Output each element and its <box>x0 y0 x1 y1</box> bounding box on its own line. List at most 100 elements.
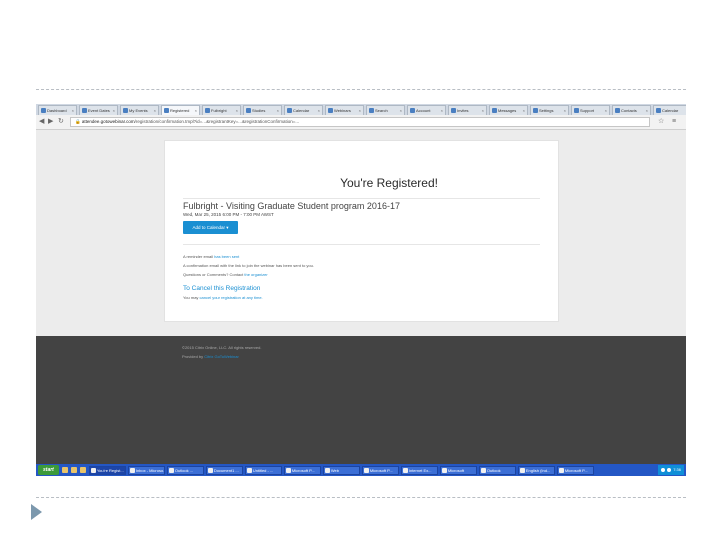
registration-card: You're Registered! Fulbright - Visiting … <box>164 140 559 322</box>
divider <box>183 198 540 199</box>
close-tab-icon[interactable]: × <box>605 106 607 115</box>
browser-tab[interactable]: Studies × <box>243 105 282 115</box>
app-icon <box>246 467 252 473</box>
close-tab-icon[interactable]: × <box>277 106 279 115</box>
app-icon <box>558 467 564 473</box>
reminder-text: A reminder email <box>183 254 215 259</box>
taskbar-buttons: You're Regist... Inbox - Microso... Outloo… <box>88 465 594 475</box>
url-path: /registration/confirmation.tmpl?id=...&r… <box>134 119 300 124</box>
taskbar-button[interactable]: Untitled - ... <box>244 465 282 475</box>
favicon-icon <box>82 108 87 113</box>
browser-tab[interactable]: Registered × <box>161 105 200 115</box>
close-tab-icon[interactable]: × <box>564 106 566 115</box>
taskbar-button[interactable]: Outlook ... <box>166 465 204 475</box>
webinar-title: Fulbright - Visiting Graduate Student pr… <box>183 201 400 211</box>
browser-tab[interactable]: Event Dates × <box>79 105 118 115</box>
app-icon <box>324 467 330 473</box>
close-tab-icon[interactable]: × <box>441 106 443 115</box>
favicon-icon <box>164 108 169 113</box>
taskbar-button[interactable]: English (Ind... <box>517 465 555 475</box>
close-tab-icon[interactable]: × <box>72 106 74 115</box>
taskbar-button[interactable]: Microsoft <box>439 465 477 475</box>
browser-tab[interactable]: Webinars × <box>325 105 364 115</box>
quick-launch-icon[interactable] <box>70 467 77 473</box>
taskbar-button[interactable]: You're Regist... <box>88 465 126 475</box>
tab-label: Account <box>416 108 431 113</box>
screenshot-frame: Dashboard × Event Dates × My Events × Register… <box>36 104 686 476</box>
favicon-icon <box>205 108 210 113</box>
taskbar-button[interactable]: Web <box>322 465 360 475</box>
browser-tab[interactable]: Support × <box>571 105 610 115</box>
quick-launch-icon[interactable] <box>61 467 68 473</box>
taskbar-button[interactable]: Inbox - Microso... <box>127 465 165 475</box>
bottom-divider <box>36 497 686 498</box>
tray-icon[interactable] <box>667 468 672 472</box>
browser-toolbar: ◀ ▶ ↻ 🔒 attendee.gotowebinar.com/registr… <box>36 115 686 130</box>
close-tab-icon[interactable]: × <box>195 106 197 115</box>
favicon-icon <box>574 108 579 113</box>
tab-label: Fulbright <box>211 108 227 113</box>
slide-bullet-icon <box>31 504 42 520</box>
footer-provider: Provided by Citrix GoToWebinar <box>182 354 239 359</box>
tray-icon[interactable] <box>661 468 666 472</box>
browser-tab[interactable]: Contacts × <box>612 105 651 115</box>
browser-tab[interactable]: Settings × <box>530 105 569 115</box>
tab-label: Support <box>580 108 595 113</box>
forward-icon[interactable]: ▶ <box>48 118 53 126</box>
menu-icon[interactable]: ≡ <box>672 118 676 126</box>
taskbar-button-label: Microsoft P... <box>369 467 393 473</box>
close-tab-icon[interactable]: × <box>523 106 525 115</box>
browser-tab[interactable]: Fulbright × <box>202 105 241 115</box>
tab-label: Event Dates <box>88 108 110 113</box>
close-tab-icon[interactable]: × <box>318 106 320 115</box>
taskbar-button[interactable]: Document1 ... <box>205 465 243 475</box>
cancel-text: You may <box>183 295 200 300</box>
quick-launch-icon[interactable] <box>79 467 86 473</box>
close-tab-icon[interactable]: × <box>359 106 361 115</box>
reload-icon[interactable]: ↻ <box>58 118 64 126</box>
back-icon[interactable]: ◀ <box>39 118 44 126</box>
webinar-date: Wed, Mar 25, 2015 6:00 PM - 7:00 PM AWST <box>183 212 274 217</box>
address-bar[interactable]: 🔒 attendee.gotowebinar.com/registration/… <box>70 117 650 127</box>
browser-tab[interactable]: Account × <box>407 105 446 115</box>
browser-tab[interactable]: Invites × <box>448 105 487 115</box>
taskbar-button-label: Microsoft P... <box>291 467 315 473</box>
favicon-icon <box>492 108 497 113</box>
browser-tab[interactable]: Search × <box>366 105 405 115</box>
reminder-link[interactable]: has been sent <box>214 254 239 259</box>
taskbar-button[interactable]: Microsoft P... <box>283 465 321 475</box>
browser-tab[interactable]: Messages × <box>489 105 528 115</box>
close-tab-icon[interactable]: × <box>400 106 402 115</box>
favicon-icon <box>656 108 661 113</box>
favicon-icon <box>369 108 374 113</box>
close-tab-icon[interactable]: × <box>154 106 156 115</box>
taskbar-button[interactable]: Microsoft P... <box>361 465 399 475</box>
confirmation-line: A confirmation email with the link to jo… <box>183 263 314 268</box>
favicon-icon <box>246 108 251 113</box>
browser-tab[interactable]: My Events × <box>120 105 159 115</box>
page-footer: ©2015 Citrix Online, LLC. All rights res… <box>36 336 686 464</box>
close-tab-icon[interactable]: × <box>482 106 484 115</box>
cancel-registration-link[interactable]: cancel your registration at any time. <box>200 295 263 300</box>
add-to-calendar-button[interactable]: Add to Calendar ▾ <box>183 221 238 234</box>
taskbar-button[interactable]: Outlook <box>478 465 516 475</box>
start-button[interactable]: start <box>38 465 59 475</box>
browser-tab[interactable]: Dashboard × <box>38 105 77 115</box>
close-tab-icon[interactable]: × <box>113 106 115 115</box>
close-tab-icon[interactable]: × <box>236 106 238 115</box>
taskbar-button-label: English (Ind... <box>525 467 551 473</box>
tab-label: Invites <box>457 108 469 113</box>
favicon-icon <box>328 108 333 113</box>
cancel-heading: To Cancel this Registration <box>183 285 261 292</box>
taskbar-button[interactable]: Microsoft P... <box>556 465 594 475</box>
taskbar-button[interactable]: Internet Ex... <box>400 465 438 475</box>
favicon-icon <box>287 108 292 113</box>
browser-tab[interactable]: Calendar× <box>653 105 686 115</box>
star-icon[interactable]: ☆ <box>658 118 664 126</box>
browser-tab[interactable]: Calendar × <box>284 105 323 115</box>
tab-label: Calendar <box>293 108 310 113</box>
footer-link[interactable]: Citrix GoToWebinar <box>204 354 239 359</box>
contact-organizer-link[interactable]: the organizer <box>244 272 267 277</box>
close-tab-icon[interactable]: × <box>646 106 648 115</box>
app-icon <box>285 467 291 473</box>
